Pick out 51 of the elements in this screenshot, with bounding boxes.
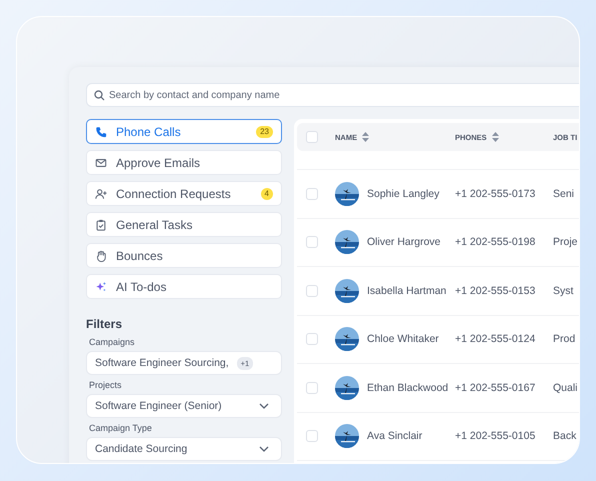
task-tab[interactable]: Connection Requests 4 bbox=[86, 181, 282, 206]
dropdown[interactable]: Candidate Sourcing bbox=[86, 437, 282, 461]
checkbox[interactable] bbox=[306, 382, 318, 394]
task-tab[interactable]: Approve Emails bbox=[86, 150, 282, 175]
clipboard-icon bbox=[95, 218, 107, 230]
job-title: Syst bbox=[553, 284, 574, 297]
sort-icon[interactable] bbox=[492, 132, 499, 142]
task-tab[interactable]: General Tasks bbox=[86, 212, 282, 237]
add-person-icon bbox=[95, 188, 107, 200]
contact-name: Sophie Langley bbox=[367, 188, 440, 200]
phone-number: +1 202-555-0153 bbox=[455, 284, 536, 297]
job-title: Prod bbox=[553, 333, 576, 346]
filter-label: Campaign Type bbox=[89, 423, 153, 433]
hand-icon bbox=[95, 250, 107, 262]
phone-number: +1 202-555-0198 bbox=[455, 236, 536, 248]
chevron-down-icon bbox=[259, 403, 269, 409]
count-badge: 23 bbox=[256, 126, 273, 138]
checkbox[interactable] bbox=[306, 188, 318, 200]
contact-name: Ava Sinclair bbox=[367, 430, 422, 442]
checkbox[interactable] bbox=[306, 131, 318, 143]
contact-name: Isabella Hartman bbox=[367, 284, 446, 297]
envelope-icon bbox=[95, 156, 107, 168]
checkbox[interactable] bbox=[306, 333, 318, 346]
checkbox[interactable] bbox=[306, 284, 318, 297]
phone-number: +1 202-555-0124 bbox=[455, 333, 536, 346]
job-title: Proje bbox=[553, 236, 578, 248]
task-tab[interactable]: AI To-dos bbox=[86, 274, 282, 299]
checkbox[interactable] bbox=[306, 430, 318, 442]
search-field[interactable]: Search by contact and company name bbox=[86, 83, 579, 107]
dropdown[interactable]: Software Engineer (Senior) bbox=[86, 394, 282, 418]
phone-number: +1 202-555-0167 bbox=[455, 382, 536, 394]
contact-name: Chloe Whitaker bbox=[367, 333, 439, 346]
phone-icon bbox=[95, 126, 107, 138]
job-title: Quali bbox=[553, 382, 578, 394]
contact-name: Ethan Blackwood bbox=[367, 382, 448, 394]
sparkle-icon bbox=[95, 280, 107, 292]
phone-number: +1 202-555-0173 bbox=[455, 188, 536, 200]
job-title: Back bbox=[553, 430, 576, 442]
checkbox[interactable] bbox=[306, 236, 318, 248]
filter-label: Campaigns bbox=[89, 337, 136, 347]
task-tab[interactable]: Phone Calls 23 bbox=[86, 119, 282, 144]
count-badge: 4 bbox=[260, 188, 273, 200]
sort-icon[interactable] bbox=[362, 132, 370, 142]
task-tab[interactable]: Bounces bbox=[86, 243, 282, 268]
filters-heading: Filters bbox=[86, 317, 124, 331]
search-icon bbox=[94, 90, 105, 101]
contact-name: Oliver Hargrove bbox=[367, 236, 441, 248]
job-title: Seni bbox=[553, 188, 574, 200]
filter-label: Projects bbox=[89, 380, 123, 390]
phone-number: +1 202-555-0105 bbox=[455, 430, 536, 442]
chevron-down-icon bbox=[259, 446, 269, 452]
